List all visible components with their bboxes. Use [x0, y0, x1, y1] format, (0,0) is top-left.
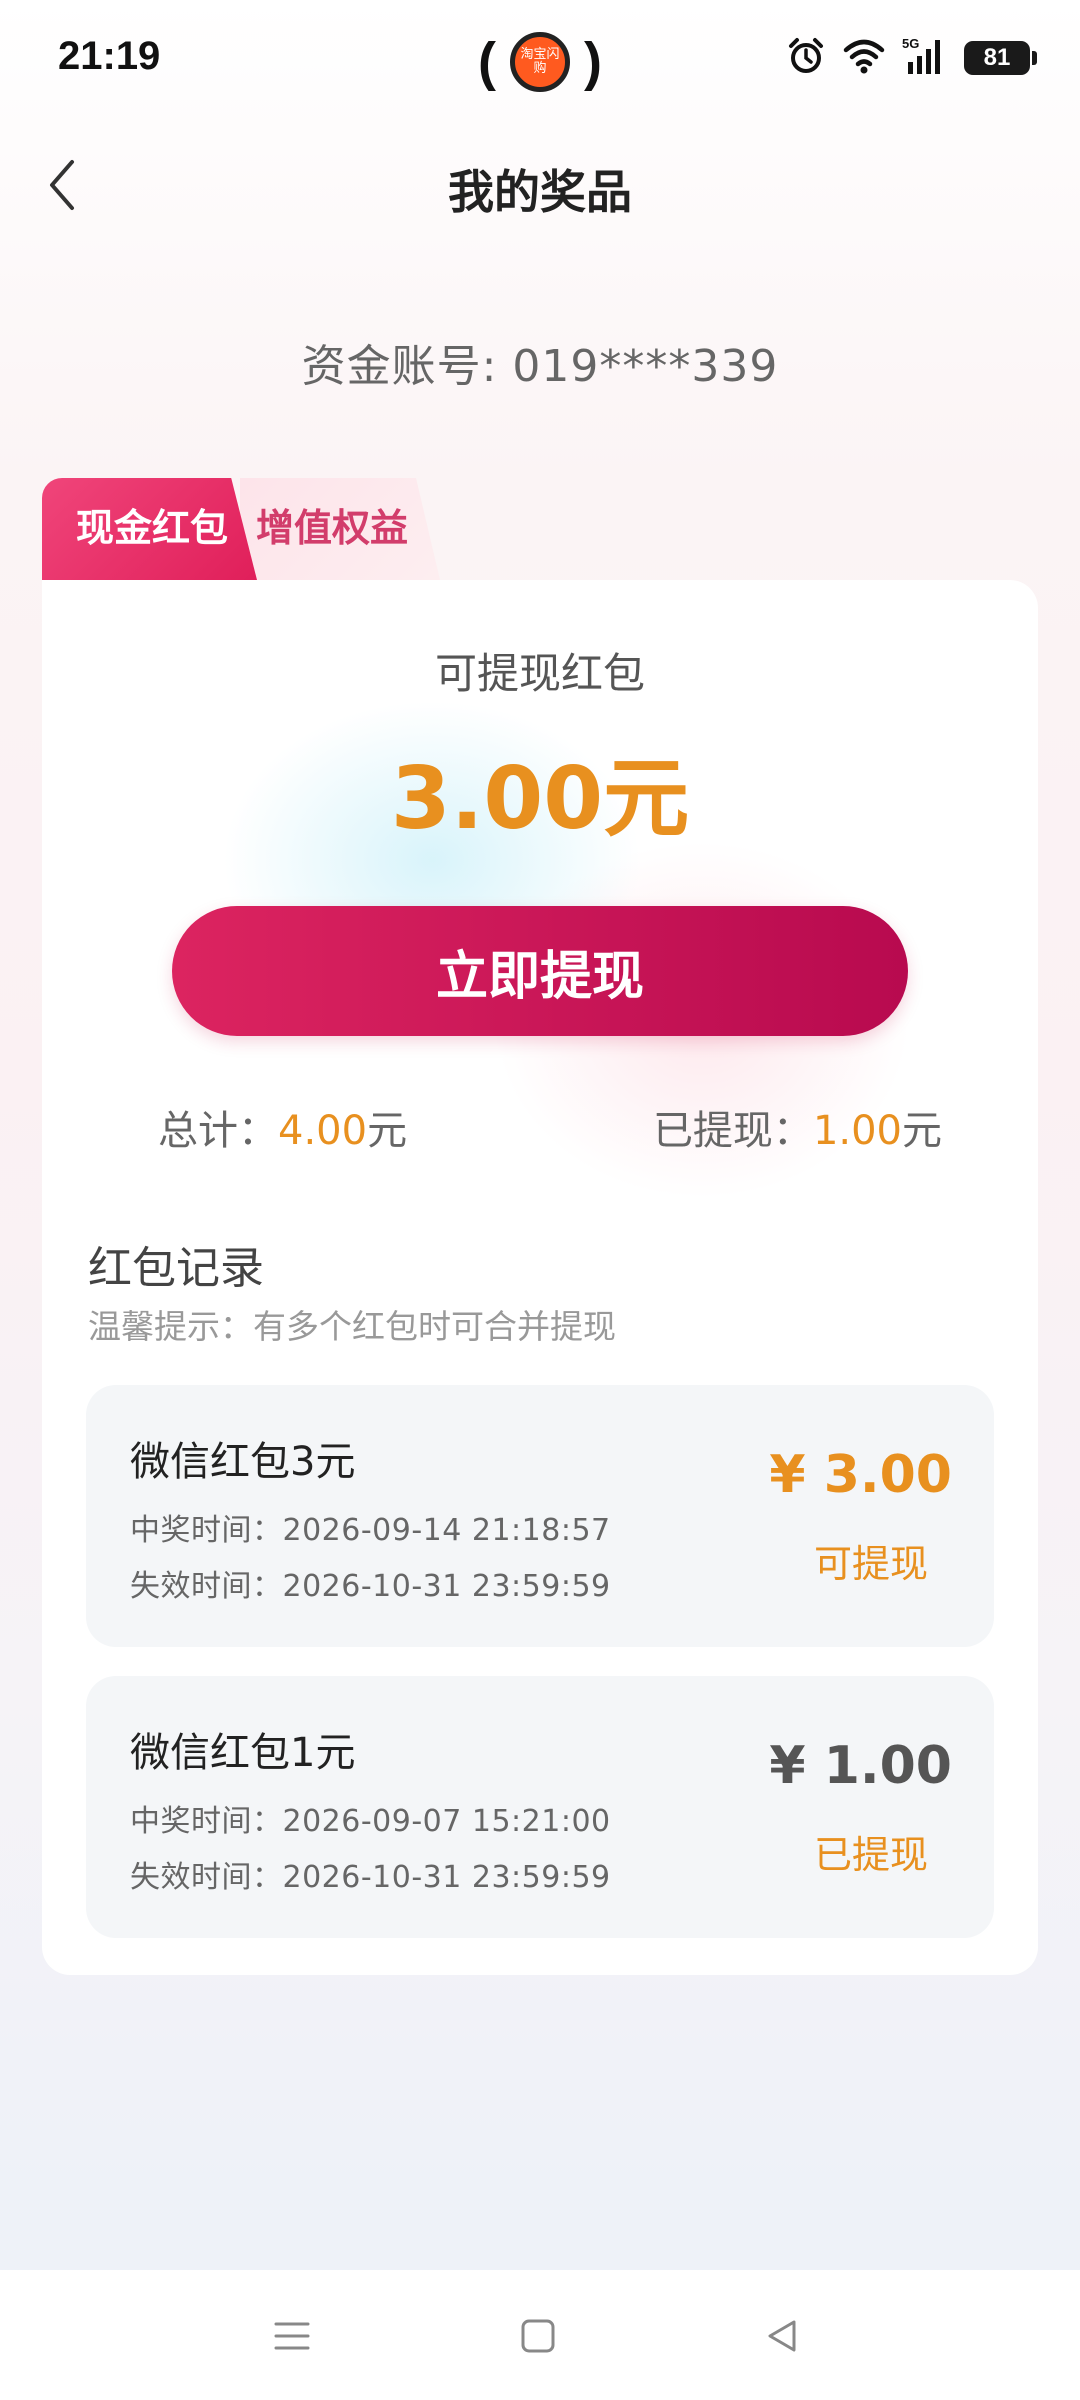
tab-value-added-benefits[interactable]: 增值权益: [240, 478, 440, 580]
status-time: 21:19: [58, 34, 161, 78]
nav-home-button[interactable]: [508, 2310, 568, 2362]
record-status: 已提现: [813, 1833, 928, 1877]
withdrawn-value: 1.00: [812, 1108, 902, 1154]
withdrawn-amount: 已提现：1.00元: [653, 1098, 942, 1156]
status-bar: 21:19 ( 淘宝闪购 ) 5G 81: [0, 0, 1080, 120]
triangle-back-icon: [768, 2320, 796, 2352]
tab-label: 增值权益: [256, 505, 409, 550]
record-expire-time: 失效时间：2026-10-31 23:59:59: [130, 1860, 611, 1895]
withdrawn-label: 已提现：: [652, 1108, 813, 1154]
record-expire-time: 失效时间：2026-10-31 23:59:59: [130, 1569, 611, 1604]
total-unit: 元: [367, 1108, 408, 1154]
battery-indicator: 81: [964, 41, 1037, 75]
records-tip: 温馨提示：有多个红包时可合并提现: [88, 1307, 616, 1346]
page-header: 我的奖品: [0, 130, 1080, 240]
prize-card: 可提现红包 3.00元 立即提现 总计：4.00元 已提现：1.00元 红包记录…: [42, 580, 1038, 1975]
system-navigation-bar: [0, 2270, 1080, 2400]
page-title: 我的奖品: [448, 165, 632, 219]
signal-icon: 5G: [902, 36, 948, 80]
record-item[interactable]: 微信红包3元 中奖时间：2026-09-14 21:18:57 失效时间：202…: [86, 1385, 994, 1647]
withdrawable-label: 可提现红包: [434, 649, 645, 698]
menu-icon: [274, 2322, 310, 2350]
total-label: 总计：: [158, 1108, 278, 1154]
wifi-icon: [842, 38, 886, 78]
paren-right-icon: ): [583, 32, 602, 92]
status-icons: 5G 81: [786, 36, 1037, 80]
total-amount: 总计：4.00元: [158, 1098, 407, 1156]
tab-cash-red-packet[interactable]: 现金红包: [42, 478, 257, 580]
record-name: 微信红包3元: [130, 1439, 356, 1485]
app-badge-icon: 淘宝闪购: [509, 32, 570, 92]
withdrawable-amount: 3.00元: [390, 749, 690, 849]
total-value: 4.00: [278, 1108, 368, 1154]
svg-text:5G: 5G: [902, 36, 919, 51]
record-amount: ¥ 3.00: [769, 1445, 952, 1505]
records-title: 红包记录: [88, 1243, 264, 1294]
record-win-time: 中奖时间：2026-09-07 15:21:00: [130, 1804, 611, 1839]
record-win-time: 中奖时间：2026-09-14 21:18:57: [130, 1513, 611, 1548]
square-icon: [521, 2319, 555, 2353]
status-app-indicator: ( 淘宝闪购 ): [478, 24, 602, 100]
withdrawn-unit: 元: [902, 1108, 942, 1154]
app-badge-text: 淘宝闪购: [520, 47, 560, 76]
nav-back-button[interactable]: [752, 2310, 812, 2362]
battery-level: 81: [983, 44, 1011, 71]
record-status: 可提现: [813, 1542, 928, 1586]
fund-account-number: 资金账号: 019****339: [301, 341, 779, 392]
withdraw-now-button[interactable]: 立即提现: [172, 906, 908, 1036]
nav-recents-button[interactable]: [262, 2310, 322, 2362]
record-item[interactable]: 微信红包1元 中奖时间：2026-09-07 15:21:00 失效时间：202…: [86, 1676, 994, 1938]
record-name: 微信红包1元: [130, 1730, 356, 1776]
paren-left-icon: (: [478, 32, 496, 92]
alarm-icon: [786, 36, 826, 80]
record-amount: ¥ 1.00: [769, 1736, 952, 1796]
tab-label: 现金红包: [76, 505, 229, 550]
